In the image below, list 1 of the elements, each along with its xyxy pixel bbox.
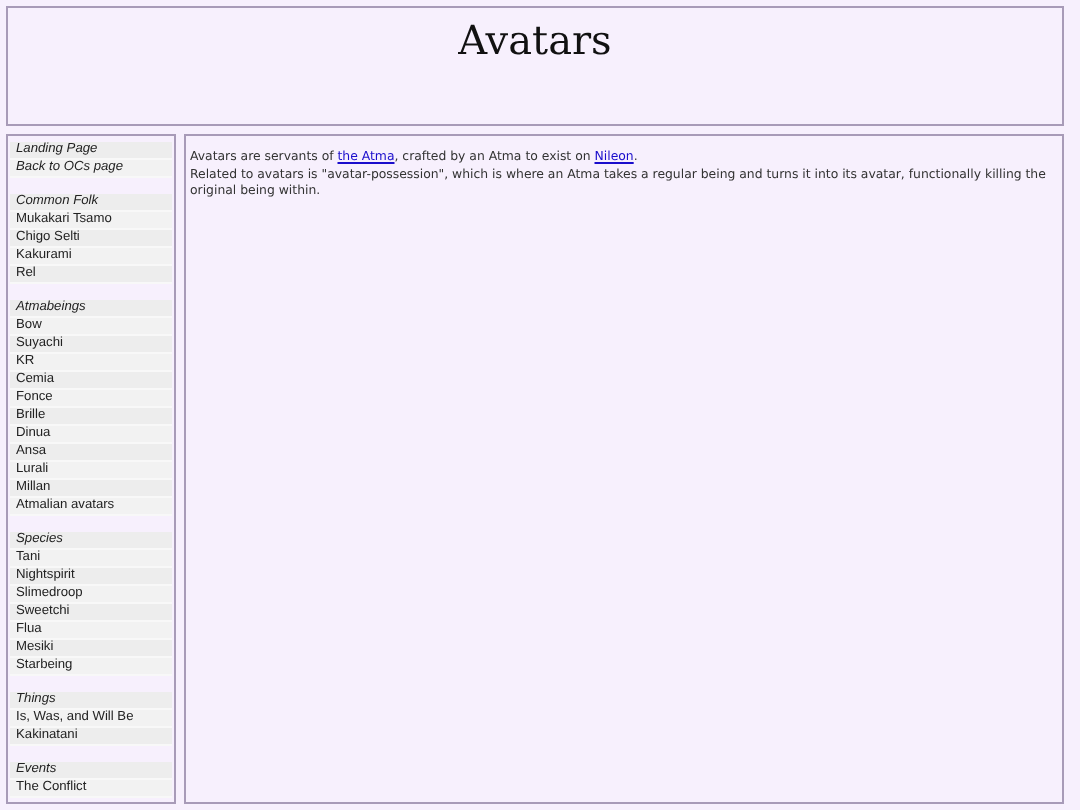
page-title: Avatars	[458, 16, 612, 64]
